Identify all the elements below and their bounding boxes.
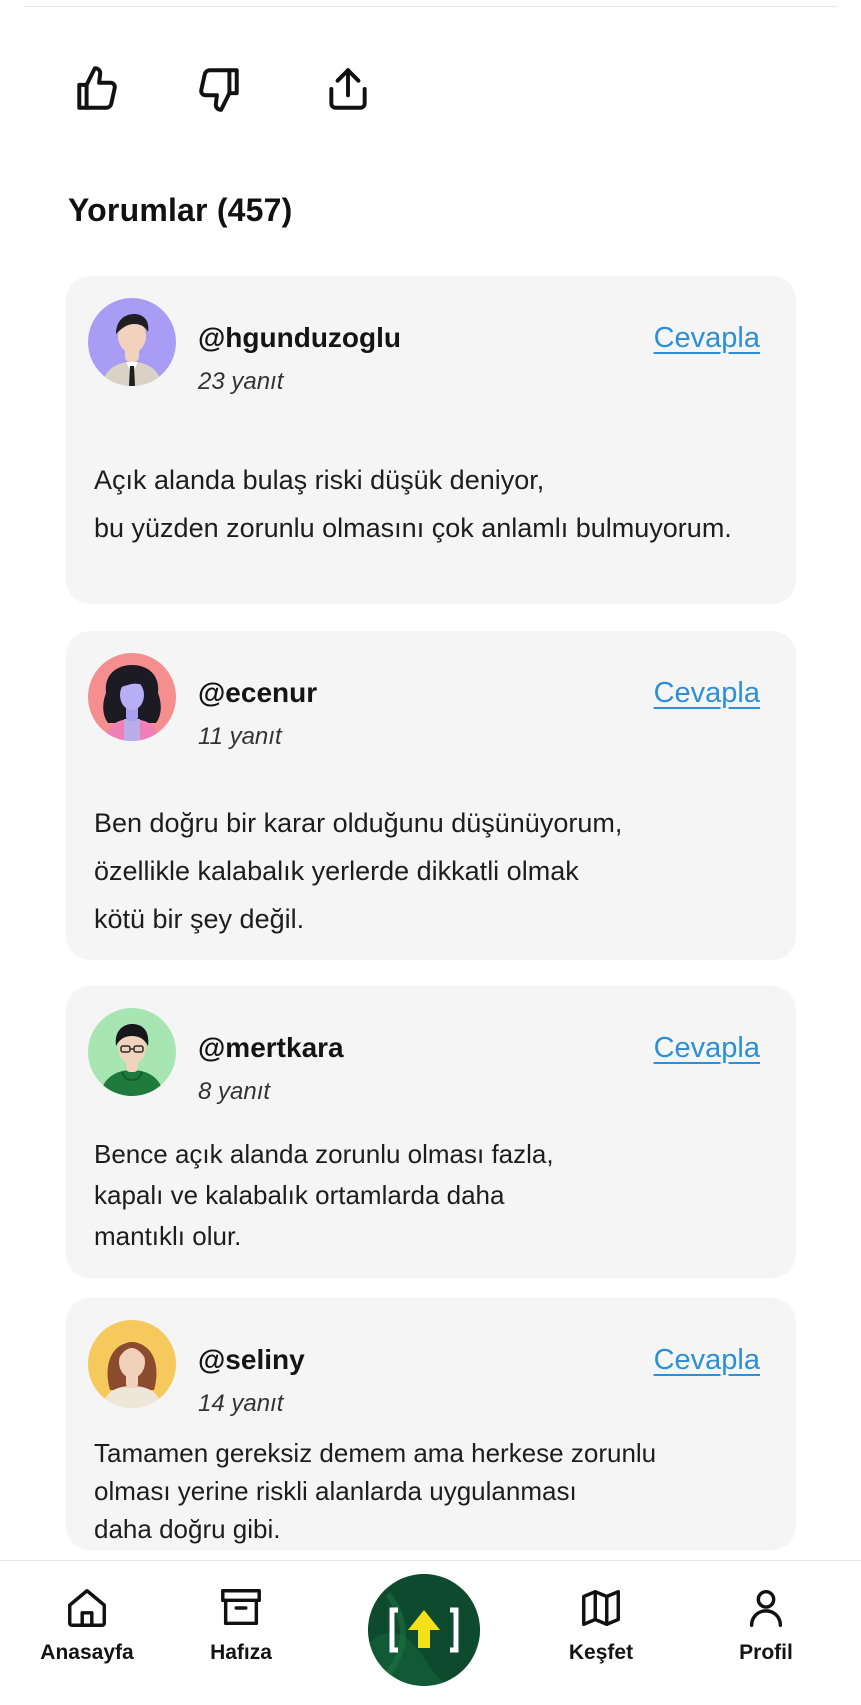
comment-card: @seliny 14 yanıt Cevapla Tamamen gereksi… xyxy=(66,1298,796,1550)
nav-item-explore[interactable]: Keşfet xyxy=(536,1585,666,1665)
comment-username[interactable]: @mertkara xyxy=(198,1032,344,1064)
avatar[interactable] xyxy=(88,298,176,386)
share-icon xyxy=(329,68,367,110)
top-divider xyxy=(24,6,837,7)
reply-button[interactable]: Cevapla xyxy=(654,677,760,710)
nav-item-memory[interactable]: Hafıza xyxy=(176,1585,306,1665)
comment-text-line: Açık alanda bulaş riski düşük deniyor, xyxy=(94,465,545,495)
comment-username[interactable]: @seliny xyxy=(198,1344,305,1376)
reply-count[interactable]: 11 yanıt xyxy=(198,723,282,751)
user-avatar-illustration xyxy=(88,1008,176,1096)
comment-text: Açık alanda bulaş riski düşük deniyor, b… xyxy=(94,456,768,552)
comment-card: @ecenur 11 yanıt Cevapla Ben doğru bir k… xyxy=(66,631,796,960)
user-avatar-illustration xyxy=(88,298,176,386)
comments-count: (457) xyxy=(216,192,293,228)
comment-text-line: mantıklı olur. xyxy=(94,1221,242,1251)
user-avatar-illustration xyxy=(88,653,176,741)
reply-button[interactable]: Cevapla xyxy=(654,1032,760,1065)
comment-text-line: kötü bir şey değil. xyxy=(94,904,305,934)
comment-text-line: daha doğru gibi. xyxy=(94,1514,281,1544)
comments-heading: Yorumlar (457) xyxy=(68,192,293,229)
nav-item-home[interactable]: Anasayfa xyxy=(22,1585,152,1665)
comment-text: Bence açık alanda zorunlu olması fazla, … xyxy=(94,1134,768,1257)
nav-label: Hafıza xyxy=(210,1641,272,1664)
reply-count[interactable]: 8 yanıt xyxy=(198,1078,270,1106)
avatar[interactable] xyxy=(88,1320,176,1408)
comment-text-line: olması yerine riskli alanlarda uygulanma… xyxy=(94,1476,577,1506)
comment-text-line: Bence açık alanda zorunlu olması fazla, xyxy=(94,1139,554,1169)
comment-username[interactable]: @hgunduzoglu xyxy=(198,322,401,354)
thumbs-down-icon xyxy=(199,68,239,112)
thumbs-up-icon xyxy=(77,66,117,110)
comment-username[interactable]: @ecenur xyxy=(198,677,317,709)
avatar[interactable] xyxy=(88,653,176,741)
share-button[interactable] xyxy=(321,62,375,116)
user-icon xyxy=(749,1589,783,1627)
upload-arrow-icon xyxy=(368,1574,480,1686)
archive-box-icon xyxy=(221,1589,261,1626)
like-button[interactable] xyxy=(70,62,124,116)
reply-button[interactable]: Cevapla xyxy=(654,1344,760,1377)
reply-count[interactable]: 23 yanıt xyxy=(198,368,283,396)
comment-text-line: kapalı ve kalabalık ortamlarda daha xyxy=(94,1180,505,1210)
comment-text-line: Tamamen gereksiz demem ama herkese zorun… xyxy=(94,1438,657,1468)
user-avatar-illustration xyxy=(88,1320,176,1408)
reply-button[interactable]: Cevapla xyxy=(654,322,760,355)
comment-text: Ben doğru bir karar olduğunu düşünüyorum… xyxy=(94,799,768,943)
comment-card: @mertkara 8 yanıt Cevapla Bence açık ala… xyxy=(66,986,796,1278)
dislike-button[interactable] xyxy=(192,62,246,116)
comment-text-line: özellikle kalabalık yerlerde dikkatli ol… xyxy=(94,856,579,886)
comment-text: Tamamen gereksiz demem ama herkese zorun… xyxy=(94,1434,768,1548)
comment-card: @hgunduzoglu 23 yanıt Cevapla Açık aland… xyxy=(66,276,796,604)
map-icon xyxy=(582,1589,620,1627)
home-icon xyxy=(68,1589,106,1627)
nav-label: Profil xyxy=(739,1641,793,1664)
bottom-navigation: Anasayfa Hafıza Keşfet Profil xyxy=(0,1560,861,1705)
nav-label: Keşfet xyxy=(568,1641,634,1664)
post-actions xyxy=(68,62,388,122)
create-post-button[interactable] xyxy=(368,1574,480,1686)
reply-count[interactable]: 14 yanıt xyxy=(198,1390,283,1418)
nav-label: Anasayfa xyxy=(40,1641,134,1664)
avatar[interactable] xyxy=(88,1008,176,1096)
comments-title-text: Yorumlar xyxy=(68,192,208,228)
nav-item-profile[interactable]: Profil xyxy=(701,1585,831,1665)
comment-text-line: Ben doğru bir karar olduğunu düşünüyorum… xyxy=(94,808,623,838)
comment-text-line: bu yüzden zorunlu olmasını çok anlamlı b… xyxy=(94,513,732,543)
